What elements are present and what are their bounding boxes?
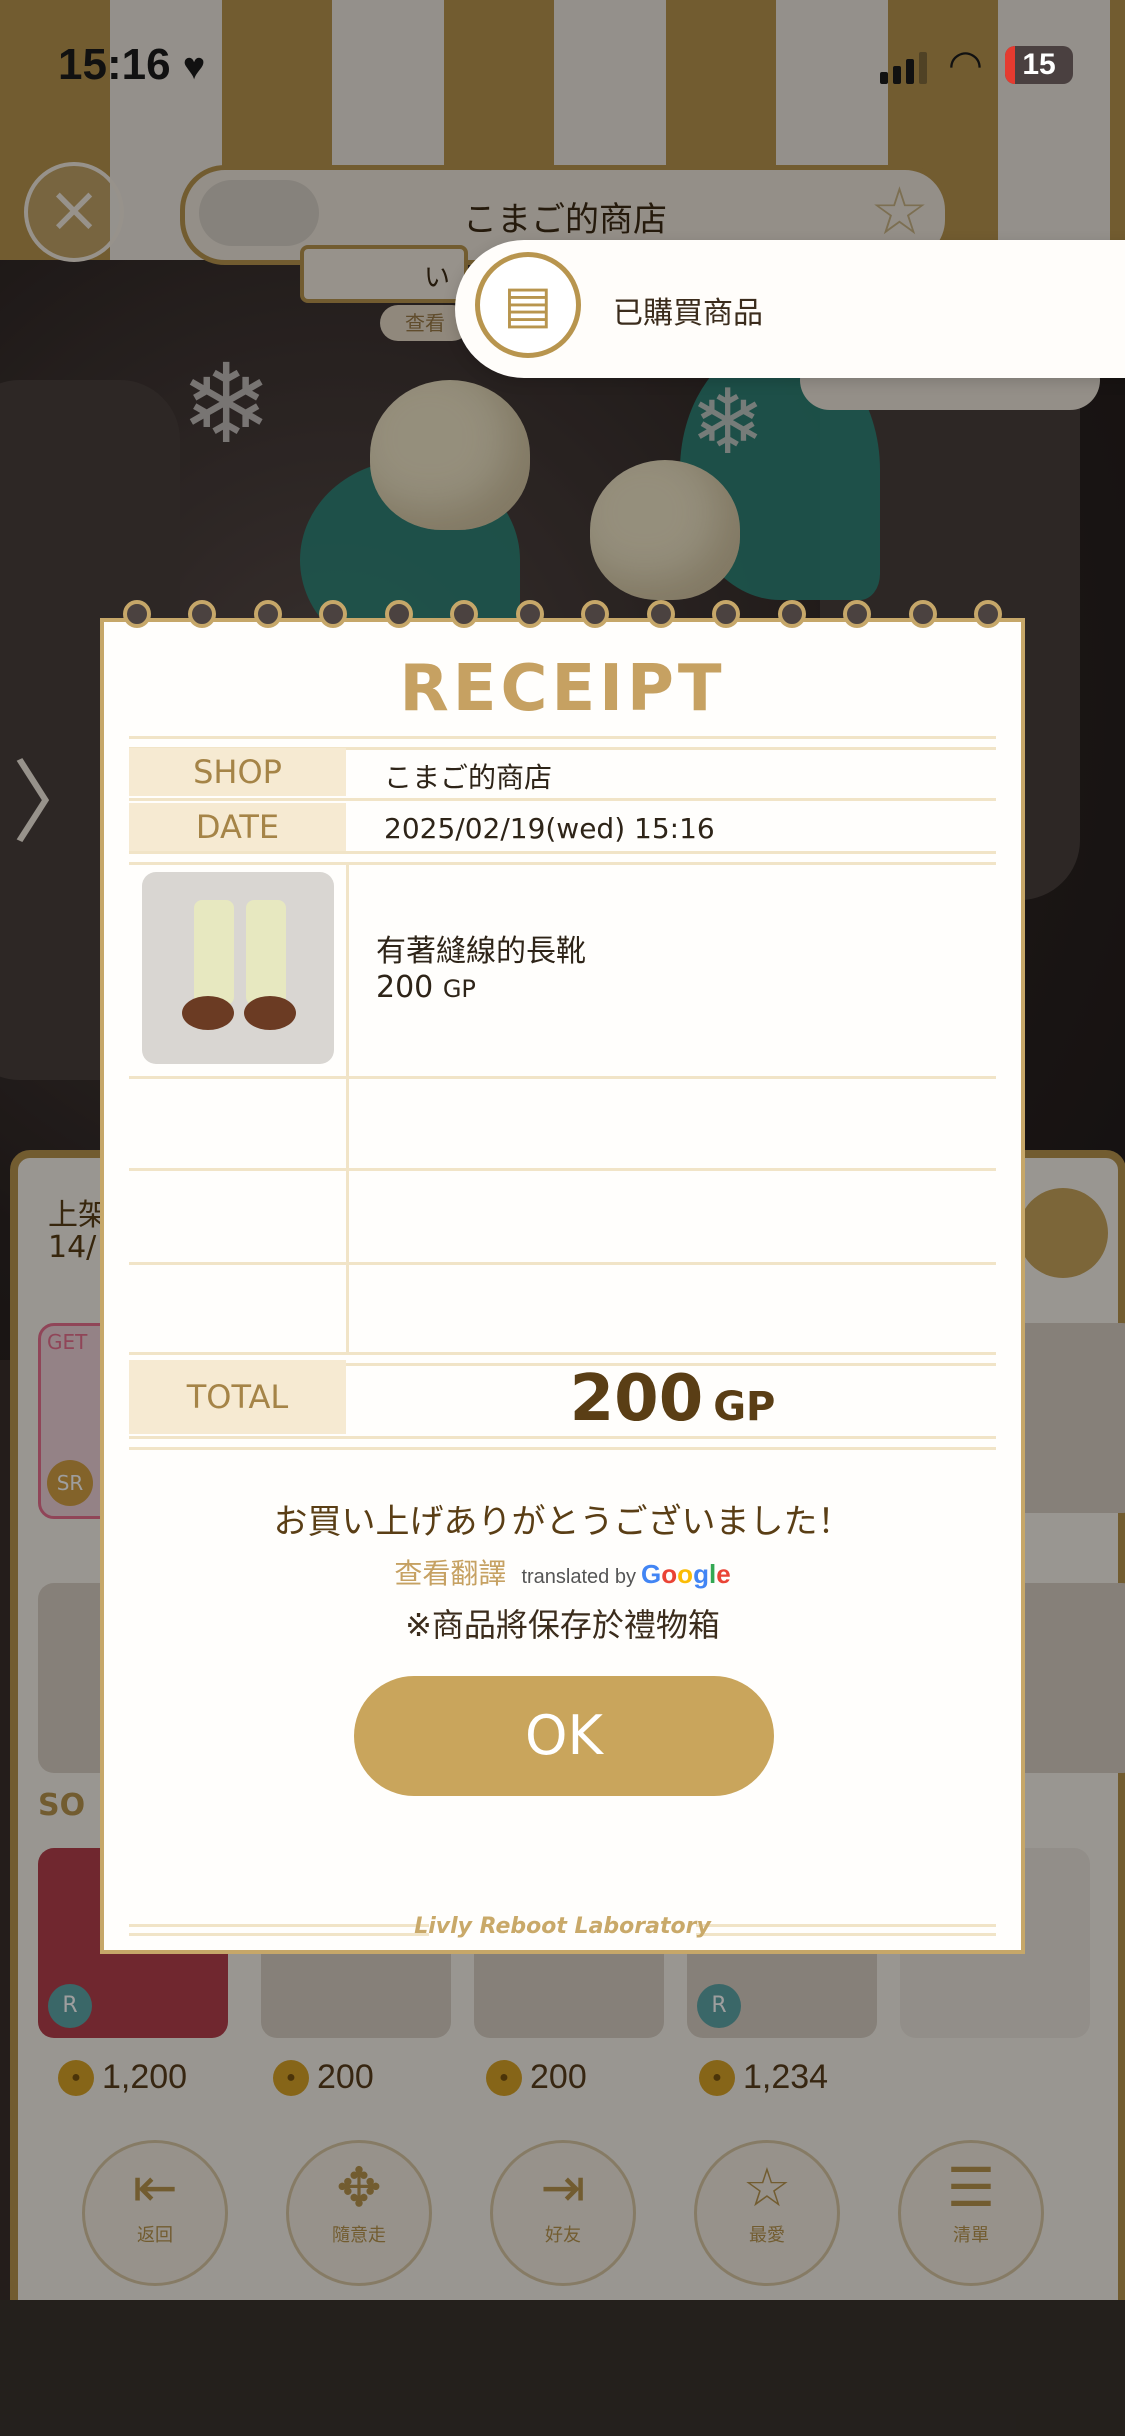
divider bbox=[129, 851, 996, 865]
divider bbox=[129, 1076, 996, 1079]
shop-value: こまご的商店 bbox=[384, 761, 553, 794]
item-name: 有著縫線的長靴 bbox=[376, 934, 586, 969]
item-thumbnail bbox=[142, 872, 334, 1064]
translation-row: 查看翻譯 translated by Google bbox=[104, 1552, 1021, 1592]
toast-text: 已購買商品 bbox=[613, 296, 763, 331]
translated-by-label: translated by bbox=[521, 1566, 636, 1588]
battery-icon: 15 bbox=[1005, 46, 1073, 84]
google-logo: Google bbox=[641, 1559, 731, 1589]
cellular-signal-icon bbox=[880, 50, 927, 84]
view-translation-link[interactable]: 查看翻譯 bbox=[394, 1557, 506, 1590]
heart-icon: ♥ bbox=[182, 46, 206, 88]
shop-label: SHOP bbox=[129, 748, 346, 796]
ok-button[interactable]: OK bbox=[354, 1676, 774, 1796]
gift-box-notice: ※商品將保存於禮物箱 bbox=[405, 1606, 720, 1644]
receipt-dialog: RECEIPT SHOP こまご的商店 DATE 2025/02/19(wed)… bbox=[100, 600, 1025, 1954]
receipt-scallop-edge bbox=[104, 600, 1021, 630]
total-value: 200 GP bbox=[569, 1362, 776, 1436]
total-label: TOTAL bbox=[129, 1360, 346, 1434]
thank-you-message: お買い上げありがとうございました！ bbox=[273, 1502, 852, 1542]
divider bbox=[129, 798, 996, 801]
footer-brand: Livly Reboot Laboratory bbox=[414, 1914, 711, 1939]
divider bbox=[129, 1168, 996, 1171]
date-value: 2025/02/19(wed) 15:16 bbox=[384, 812, 715, 845]
divider bbox=[129, 1436, 996, 1450]
clock: 15:16 ♥ bbox=[58, 40, 206, 89]
item-price: 200 GP bbox=[376, 970, 476, 1005]
purchase-toast: ▤ 已購買商品 bbox=[455, 240, 1125, 378]
column-divider bbox=[346, 862, 349, 1354]
divider bbox=[129, 1262, 996, 1265]
date-label: DATE bbox=[129, 803, 346, 851]
wifi-icon: ◠ bbox=[948, 42, 983, 88]
receipt-icon: ▤ bbox=[475, 252, 581, 358]
status-bar: 15:16 ♥ ◠ 15 bbox=[0, 0, 1125, 130]
receipt-title: RECEIPT bbox=[399, 652, 726, 726]
